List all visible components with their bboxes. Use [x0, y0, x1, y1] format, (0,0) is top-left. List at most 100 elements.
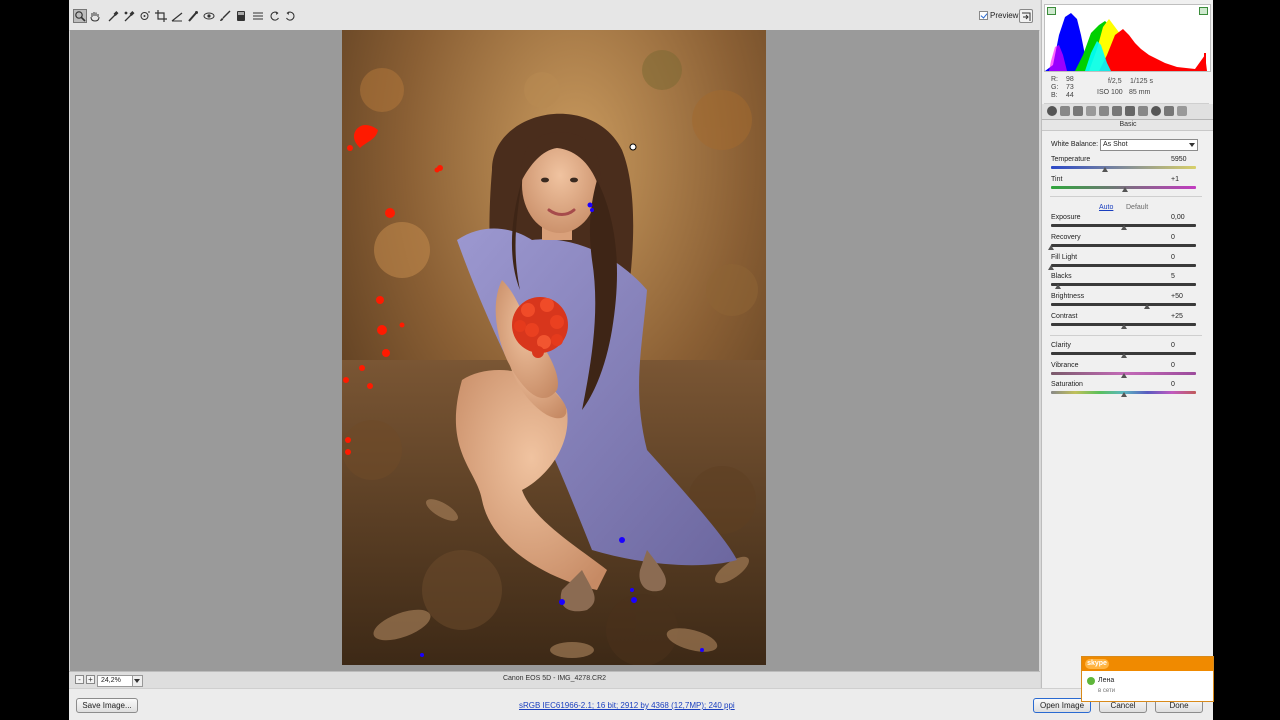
graduated-filter-icon[interactable]: [234, 9, 248, 23]
white-balance-select[interactable]: As Shot: [1100, 139, 1198, 151]
tint-slider-thumb[interactable]: [1121, 187, 1128, 192]
exposure-value[interactable]: 0,00: [1171, 214, 1199, 221]
rotate-cw-icon[interactable]: [283, 9, 297, 23]
white-balance-label: White Balance:: [1051, 141, 1099, 148]
skype-logo: skype: [1085, 659, 1109, 669]
g-value: 73: [1066, 84, 1074, 91]
tab-basic-icon[interactable]: [1047, 106, 1057, 116]
temperature-slider-track[interactable]: [1051, 166, 1196, 169]
straighten-tool-icon[interactable]: [170, 9, 184, 23]
iso-value: ISO 100: [1097, 89, 1123, 96]
contrast-slider-thumb[interactable]: [1120, 324, 1127, 329]
clarity-value[interactable]: 0: [1171, 342, 1199, 349]
temperature-slider-thumb[interactable]: [1101, 167, 1108, 172]
tab-tone-curve-icon[interactable]: [1060, 106, 1070, 116]
exposure-label: Exposure: [1051, 214, 1081, 221]
vibrance-slider-thumb[interactable]: [1120, 373, 1127, 378]
brightness-label: Brightness: [1051, 293, 1085, 300]
tab-snapshots-icon[interactable]: [1164, 106, 1174, 116]
temperature-label: Temperature: [1051, 156, 1091, 163]
blacks-value[interactable]: 5: [1171, 273, 1199, 280]
white-balance-tool-icon[interactable]: [106, 9, 120, 23]
b-value: 44: [1066, 92, 1074, 99]
rotate-ccw-icon[interactable]: [268, 9, 282, 23]
auto-link[interactable]: Auto: [1099, 204, 1113, 211]
recovery-label: Recovery: [1051, 234, 1081, 241]
focal-length-value: 85 mm: [1129, 89, 1151, 96]
bottom-bar: Save Image... sRGB IEC61966-2.1; 16 bit;…: [69, 688, 1213, 720]
b-label: B:: [1051, 92, 1058, 99]
r-label: R:: [1051, 76, 1058, 83]
tint-label: Tint: [1051, 176, 1063, 183]
tab-hsl-icon[interactable]: [1086, 106, 1096, 116]
online-status-icon: [1087, 677, 1095, 685]
crop-tool-icon[interactable]: [154, 9, 168, 23]
saturation-label: Saturation: [1051, 381, 1083, 388]
fill-light-slider-thumb[interactable]: [1048, 265, 1054, 270]
recovery-slider-thumb[interactable]: [1048, 245, 1054, 250]
panel-tabs: [1042, 104, 1213, 120]
save-image-button[interactable]: Save Image...: [76, 698, 138, 713]
adjustments-panel: R: 98 G: 73 B: 44 f/2,5 1/125 s ISO 100 …: [1041, 0, 1213, 688]
divider: [1050, 335, 1202, 336]
skype-notification[interactable]: skype Лена в сети: [1081, 656, 1214, 702]
color-sampler-icon[interactable]: [122, 9, 136, 23]
clarity-label: Clarity: [1051, 342, 1071, 349]
blacks-label: Blacks: [1051, 273, 1072, 280]
tab-effects-icon[interactable]: [1125, 106, 1135, 116]
recovery-slider-track[interactable]: [1051, 244, 1196, 247]
fullscreen-button[interactable]: [1019, 9, 1033, 23]
temperature-value[interactable]: 5950: [1171, 156, 1199, 163]
skype-contact-status: в сети: [1098, 688, 1116, 694]
contrast-label: Contrast: [1051, 313, 1078, 320]
aperture-value: f/2,5: [1108, 78, 1122, 85]
shadow-clip-warning-icon[interactable]: [1047, 7, 1056, 15]
tab-presets-icon[interactable]: [1151, 106, 1161, 116]
clarity-slider-thumb[interactable]: [1120, 353, 1127, 358]
shutter-value: 1/125 s: [1130, 78, 1153, 85]
hand-tool-icon[interactable]: [88, 9, 102, 23]
zoom-tool-icon[interactable]: [73, 9, 87, 23]
tint-value[interactable]: +1: [1171, 176, 1199, 183]
blacks-slider-thumb[interactable]: [1055, 284, 1062, 289]
saturation-slider-thumb[interactable]: [1120, 392, 1127, 397]
default-link[interactable]: Default: [1126, 204, 1148, 211]
image-canvas[interactable]: [70, 30, 1039, 671]
saturation-value[interactable]: 0: [1171, 381, 1199, 388]
preview-checkbox[interactable]: [979, 11, 988, 20]
fill-light-value[interactable]: 0: [1171, 254, 1199, 261]
tab-split-toning-icon[interactable]: [1099, 106, 1109, 116]
brightness-slider-thumb[interactable]: [1143, 304, 1150, 309]
tab-camera-calibration-icon[interactable]: [1138, 106, 1148, 116]
camera-raw-window: Preview - + 24,2% Canon EOS 5D - IMG_427…: [69, 0, 1213, 720]
workflow-options-link[interactable]: sRGB IEC61966-2.1; 16 bit; 2912 by 4368 …: [519, 701, 735, 710]
photo-preview[interactable]: [342, 30, 766, 665]
preview-label: Preview: [990, 11, 1019, 20]
target-adjustment-icon[interactable]: [138, 9, 152, 23]
tab-lens-icon[interactable]: [1112, 106, 1122, 116]
vibrance-label: Vibrance: [1051, 362, 1079, 369]
tab-extra-icon[interactable]: [1177, 106, 1187, 116]
status-bar: - + 24,2% Canon EOS 5D - IMG_4278.CR2: [69, 671, 1040, 688]
tab-detail-icon[interactable]: [1073, 106, 1083, 116]
skype-header: skype: [1082, 657, 1213, 671]
brightness-slider-track[interactable]: [1051, 303, 1196, 306]
r-value: 98: [1066, 76, 1074, 83]
brightness-value[interactable]: +50: [1171, 293, 1199, 300]
rgb-exif-readout: R: 98 G: 73 B: 44 f/2,5 1/125 s ISO 100 …: [1044, 73, 1209, 104]
spot-removal-icon[interactable]: [186, 9, 200, 23]
red-eye-icon[interactable]: [202, 9, 216, 23]
divider: [1050, 196, 1202, 197]
fill-light-slider-track[interactable]: [1051, 264, 1196, 267]
vibrance-value[interactable]: 0: [1171, 362, 1199, 369]
blacks-slider-track[interactable]: [1051, 283, 1196, 286]
recovery-value[interactable]: 0: [1171, 234, 1199, 241]
contrast-value[interactable]: +25: [1171, 313, 1199, 320]
fill-light-label: Fill Light: [1051, 254, 1078, 261]
adjustment-brush-icon[interactable]: [218, 9, 232, 23]
highlight-clip-warning-icon[interactable]: [1199, 7, 1208, 15]
panel-title: Basic: [1042, 120, 1213, 131]
exposure-slider-thumb[interactable]: [1120, 225, 1127, 230]
camera-file-label: Canon EOS 5D - IMG_4278.CR2: [502, 675, 607, 682]
preferences-icon[interactable]: [251, 9, 265, 23]
